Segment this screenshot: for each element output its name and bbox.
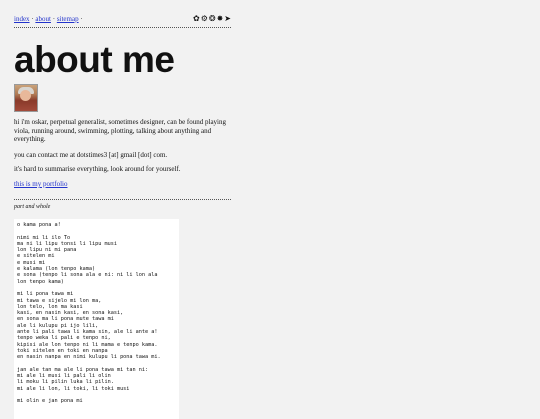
poem-text: o kama pona a! nimi mi li ilo To ma ni l… (17, 222, 161, 405)
nav-separator: · (52, 14, 56, 23)
nav-sitemap-link[interactable]: sitemap (57, 15, 79, 23)
avatar (14, 84, 38, 112)
page-title: about me (14, 39, 175, 80)
top-divider (14, 27, 231, 28)
summary-text: it's hard to summarise everything, look … (14, 165, 181, 174)
portfolio-link[interactable]: this is my portfolio (14, 180, 231, 188)
nav-about-link[interactable]: about (35, 15, 51, 23)
gear-icon[interactable]: ⚙ (201, 14, 208, 23)
icon-strip: ✿ ⚙ ❂ ✸ ➤ (193, 14, 231, 23)
section-divider (14, 198, 231, 200)
poem-box: o kama pona a! nimi mi li ilo To ma ni l… (14, 219, 179, 419)
star-icon[interactable]: ✸ (217, 14, 224, 23)
main-column: index · about · sitemap · ✿ ⚙ ❂ ✸ ➤ abou… (14, 12, 231, 210)
top-bar: index · about · sitemap · ✿ ⚙ ❂ ✸ ➤ (14, 12, 231, 25)
bird-icon[interactable]: ➤ (224, 14, 231, 23)
flower-icon[interactable]: ✿ (193, 14, 200, 23)
nav-separator: · (31, 14, 34, 23)
section-label: part and whole (14, 203, 51, 210)
site-nav: index · about · sitemap · (14, 15, 83, 23)
emblem-icon[interactable]: ❂ (209, 14, 216, 23)
nav-separator: · (80, 14, 83, 23)
bio-text: hi i'm oskar, perpetual generalist, some… (14, 118, 227, 144)
contact-text: you can contact me at dotstimes3 [at] gm… (14, 150, 168, 159)
nav-index-link[interactable]: index (14, 15, 30, 23)
